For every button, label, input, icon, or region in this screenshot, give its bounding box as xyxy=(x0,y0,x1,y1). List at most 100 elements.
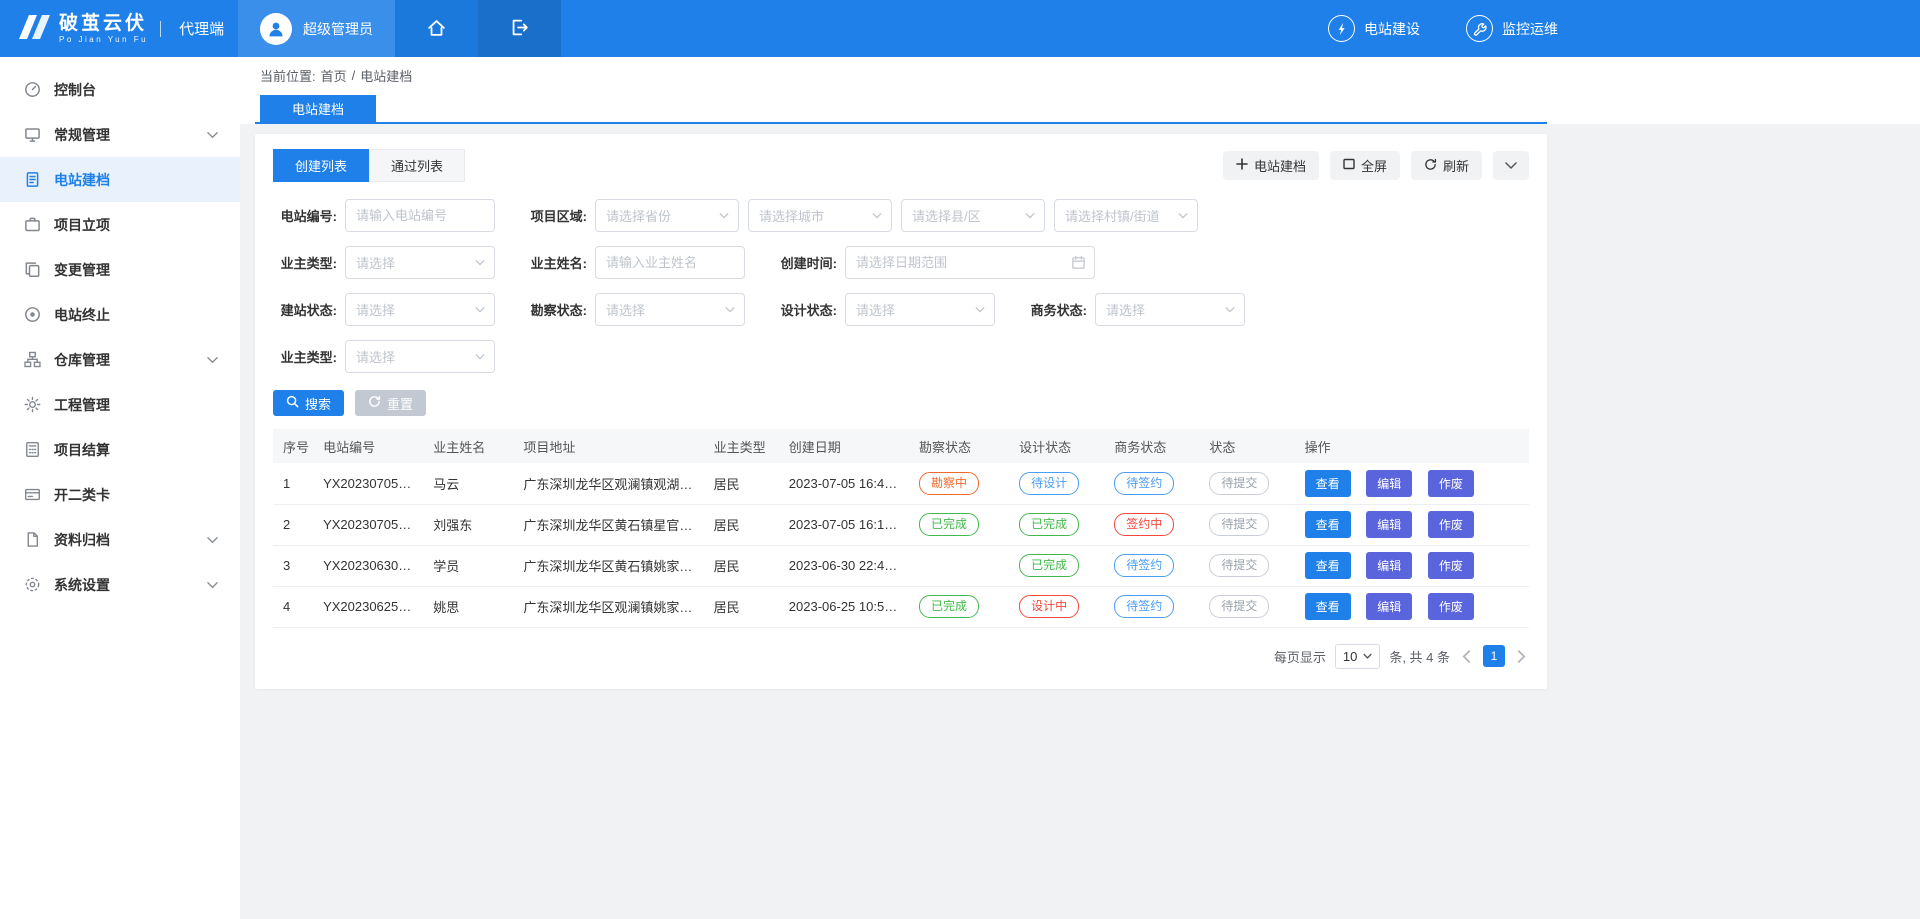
city-select[interactable]: 请选择城市 xyxy=(748,199,892,232)
void-button[interactable]: 作废 xyxy=(1428,552,1474,579)
station-code-input[interactable] xyxy=(345,199,495,232)
town-select[interactable]: 请选择村镇/街道 xyxy=(1054,199,1198,232)
logo-icon xyxy=(16,14,50,43)
calculator-icon xyxy=(24,441,41,458)
logout-button[interactable] xyxy=(478,0,561,57)
design-status-select[interactable]: 请选择 xyxy=(845,293,995,326)
pagination: 每页显示 10 条, 共 4 条 1 xyxy=(273,644,1529,669)
reset-label: 重置 xyxy=(387,394,413,413)
search-label: 搜索 xyxy=(305,394,331,413)
sidebar-item-project-settlement[interactable]: 项目结算 xyxy=(0,427,240,472)
home-button[interactable] xyxy=(395,0,478,57)
sidebar-item-class2-card[interactable]: 开二类卡 xyxy=(0,472,240,517)
page-size-select[interactable]: 10 xyxy=(1335,644,1380,669)
owner-type2-select[interactable]: 请选择 xyxy=(345,340,495,373)
edit-button[interactable]: 编辑 xyxy=(1366,470,1412,497)
dashboard-icon xyxy=(24,81,41,98)
refresh-button[interactable]: 刷新 xyxy=(1411,151,1482,180)
view-button[interactable]: 查看 xyxy=(1305,593,1351,620)
cell-index: 3 xyxy=(273,545,313,586)
content-card: 创建列表 通过列表 电站建档 全屏 刷新 xyxy=(255,134,1547,689)
sidebar-item-general-management[interactable]: 常规管理 xyxy=(0,112,240,157)
view-button[interactable]: 查看 xyxy=(1305,470,1351,497)
business-status-select[interactable]: 请选择 xyxy=(1095,293,1245,326)
sidebar-item-engineering-management[interactable]: 工程管理 xyxy=(0,382,240,427)
nav-monitoring-ops[interactable]: 监控运维 xyxy=(1466,15,1558,42)
sidebar-item-project-approval[interactable]: 项目立项 xyxy=(0,202,240,247)
user-menu[interactable]: 超级管理员 xyxy=(238,0,395,57)
view-button[interactable]: 查看 xyxy=(1305,511,1351,538)
logout-icon xyxy=(510,18,529,40)
chevron-down-icon xyxy=(1363,653,1372,659)
nav-station-construction[interactable]: 电站建设 xyxy=(1328,15,1420,42)
sidebar-item-station-termination[interactable]: 电站终止 xyxy=(0,292,240,337)
status-badge: 待提交 xyxy=(1209,554,1269,577)
table-row: 2 YX2023070500010 刘强东 广东深圳龙华区黄石镇星官大... 居… xyxy=(273,504,1529,545)
col-operations: 操作 xyxy=(1295,429,1529,463)
cell-address: 广东深圳龙华区观澜镇姚家庄... xyxy=(513,586,703,627)
sidebar-item-warehouse-management[interactable]: 仓库管理 xyxy=(0,337,240,382)
sidebar-item-console[interactable]: 控制台 xyxy=(0,67,240,112)
edit-button[interactable]: 编辑 xyxy=(1366,593,1412,620)
fullscreen-button[interactable]: 全屏 xyxy=(1330,151,1400,180)
edit-button[interactable]: 编辑 xyxy=(1366,552,1412,579)
build-status-label: 建站状态: xyxy=(273,300,337,319)
province-select[interactable]: 请选择省份 xyxy=(595,199,739,232)
cell-index: 2 xyxy=(273,504,313,545)
owner-name-input[interactable] xyxy=(595,246,745,279)
cell-station-code: YX2023070500011 xyxy=(313,463,423,504)
sidebar-item-station-filing[interactable]: 电站建档 xyxy=(0,157,240,202)
page-size-value: 10 xyxy=(1343,649,1357,664)
county-select[interactable]: 请选择县/区 xyxy=(901,199,1045,232)
cell-station-code: YX2023063000009 xyxy=(313,545,423,586)
status-badge: 待提交 xyxy=(1209,513,1269,536)
document-icon xyxy=(24,171,41,188)
add-station-label: 电站建档 xyxy=(1254,156,1306,175)
collapse-panel-button[interactable] xyxy=(1493,151,1529,180)
create-time-label: 创建时间: xyxy=(773,253,837,272)
page-tab-station-filing[interactable]: 电站建档 xyxy=(260,95,376,122)
settings-icon xyxy=(24,576,41,593)
add-station-button[interactable]: 电站建档 xyxy=(1223,151,1319,180)
sidebar-item-data-archiving[interactable]: 资料归档 xyxy=(0,517,240,562)
chevron-down-icon xyxy=(207,356,218,364)
tab-create-list[interactable]: 创建列表 xyxy=(273,149,369,182)
col-created: 创建日期 xyxy=(779,429,909,463)
cell-created: 2023-07-05 16:18:50 xyxy=(779,504,909,545)
owner-type-select[interactable]: 请选择 xyxy=(345,246,495,279)
view-button[interactable]: 查看 xyxy=(1305,552,1351,579)
tab-passed-list[interactable]: 通过列表 xyxy=(369,149,465,182)
sidebar-item-system-settings[interactable]: 系统设置 xyxy=(0,562,240,607)
cell-owner-type: 居民 xyxy=(704,504,779,545)
design-status-badge: 待设计 xyxy=(1019,472,1079,495)
col-address: 项目地址 xyxy=(513,429,703,463)
sidebar-item-change-management[interactable]: 变更管理 xyxy=(0,247,240,292)
survey-status-select[interactable]: 请选择 xyxy=(595,293,745,326)
business-status-badge: 待签约 xyxy=(1114,472,1174,495)
edit-button[interactable]: 编辑 xyxy=(1366,511,1412,538)
void-button[interactable]: 作废 xyxy=(1428,593,1474,620)
prev-page-icon[interactable] xyxy=(1459,650,1474,663)
cell-address: 广东深圳龙华区黄石镇星官大... xyxy=(513,504,703,545)
design-status-label: 设计状态: xyxy=(773,300,837,319)
app-header: 破茧云伏 Po Jian Yun Fu 代理端 超级管理员 电站建设 xyxy=(0,0,1920,57)
next-page-icon[interactable] xyxy=(1514,650,1529,663)
build-status-select[interactable]: 请选择 xyxy=(345,293,495,326)
col-owner-type: 业主类型 xyxy=(704,429,779,463)
reset-button[interactable]: 重置 xyxy=(355,390,426,416)
void-button[interactable]: 作废 xyxy=(1428,470,1474,497)
status-badge: 待提交 xyxy=(1209,472,1269,495)
breadcrumb-separator: / xyxy=(352,68,356,83)
current-page-button[interactable]: 1 xyxy=(1483,645,1505,667)
void-button[interactable]: 作废 xyxy=(1428,511,1474,538)
breadcrumb-home-link[interactable]: 首页 xyxy=(321,66,347,85)
cell-owner-name: 姚思 xyxy=(423,586,513,627)
table-row: 3 YX2023063000009 学员 广东深圳龙华区黄石镇姚家庄... 居民… xyxy=(273,545,1529,586)
create-time-range-input[interactable] xyxy=(845,246,1095,279)
station-table: 序号 电站编号 业主姓名 项目地址 业主类型 创建日期 勘察状态 设计状态 商务… xyxy=(273,429,1529,628)
region-label: 项目区域: xyxy=(523,206,587,225)
sidebar-item-label: 项目结算 xyxy=(54,440,110,460)
sidebar-item-label: 常规管理 xyxy=(54,125,110,145)
search-button[interactable]: 搜索 xyxy=(273,390,344,416)
plus-icon xyxy=(1236,158,1248,173)
